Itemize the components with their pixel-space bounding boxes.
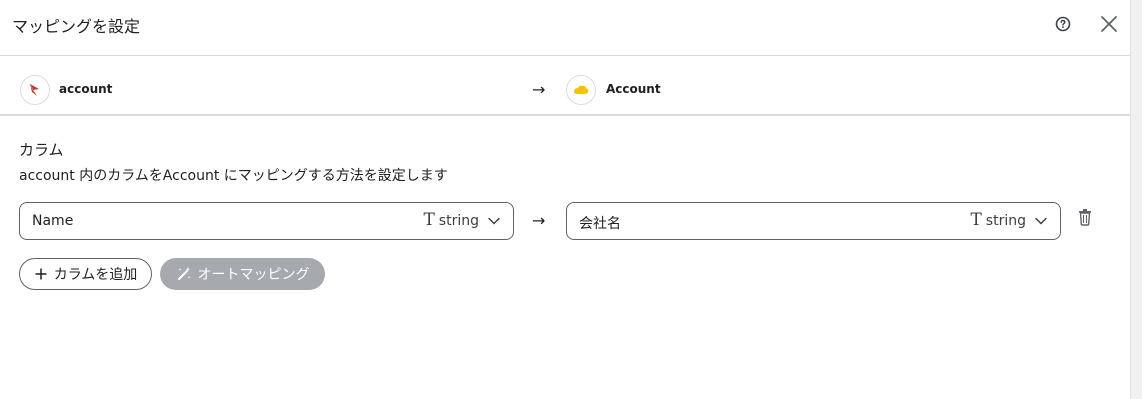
target-label: Account (606, 82, 661, 96)
close-icon[interactable] (1098, 13, 1120, 35)
columns-section-title: カラム (19, 141, 64, 159)
source-field-name: Name (32, 213, 74, 229)
source-type-label: string (438, 212, 479, 229)
add-column-label: カラムを追加 (53, 267, 138, 283)
help-icon[interactable] (1053, 14, 1073, 34)
yellow-cloud-logo-icon (566, 75, 596, 105)
auto-mapping-button[interactable]: オートマッピング (160, 258, 325, 290)
text-type-icon: T (423, 210, 435, 230)
add-column-button[interactable]: カラムを追加 (19, 258, 152, 290)
target-type-label: string (985, 212, 1026, 229)
dialog-header: マッピングを設定 (0, 0, 1130, 56)
mapping-source-target-bar: account → Account (0, 57, 1130, 116)
mapping-arrow-icon: → (532, 80, 546, 99)
auto-mapping-label: オートマッピング (197, 267, 310, 283)
text-type-icon: T (970, 210, 982, 230)
source-type-dropdown[interactable]: T string (423, 212, 501, 229)
magic-wand-icon (177, 267, 190, 280)
scrollbar[interactable] (1130, 0, 1142, 399)
plus-icon (35, 268, 47, 280)
delete-row-icon[interactable] (1077, 208, 1093, 226)
salesforce-source-logo-icon (20, 75, 50, 105)
chevron-down-icon (1035, 217, 1047, 225)
chevron-down-icon (488, 217, 500, 225)
target-field-name: 会社名 (579, 216, 621, 232)
row-arrow-icon: → (532, 211, 546, 230)
dialog-title: マッピングを設定 (12, 17, 141, 36)
target-field-select[interactable]: 会社名 T string (566, 202, 1061, 240)
target-type-dropdown[interactable]: T string (970, 212, 1048, 229)
source-field-select[interactable]: Name T string (19, 202, 514, 240)
source-label: account (59, 82, 113, 96)
mapping-dialog: マッピングを設定 account → Account カラム account 内… (0, 0, 1130, 399)
columns-description: account 内のカラムをAccount にマッピングする方法を設定します (19, 168, 448, 184)
